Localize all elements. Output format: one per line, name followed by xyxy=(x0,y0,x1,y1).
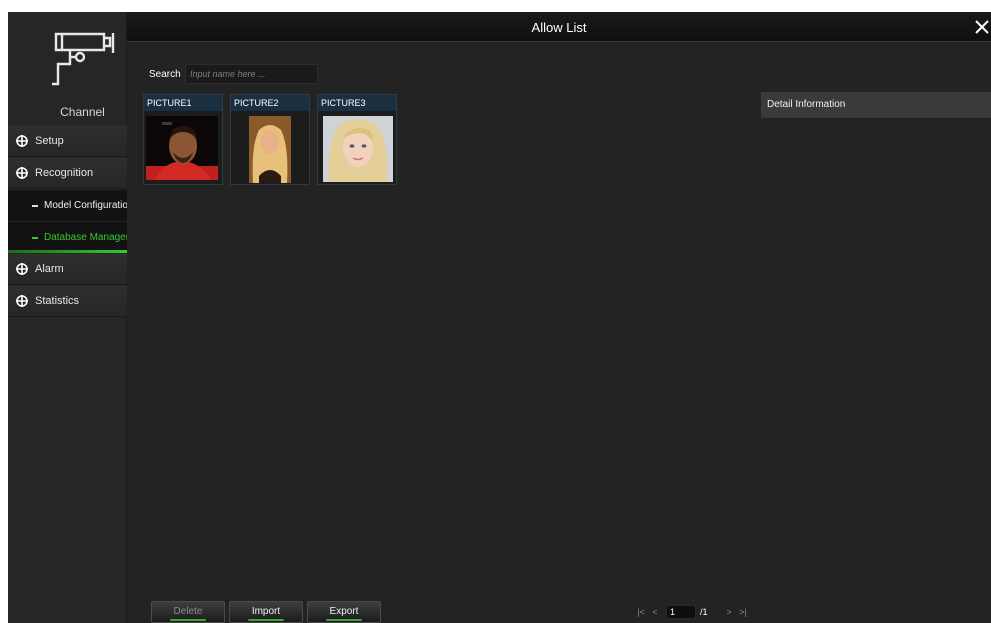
next-page-icon[interactable]: > xyxy=(722,607,736,617)
sidebar-item-label: Statistics xyxy=(35,295,80,307)
sidebar-item-alarm[interactable]: Alarm xyxy=(8,254,127,285)
sidebar-item-setup[interactable]: Setup xyxy=(8,126,127,157)
delete-button[interactable]: Delete xyxy=(151,601,225,623)
export-button[interactable]: Export xyxy=(307,601,381,623)
sidebar-subitem-label: Model Configuration xyxy=(44,200,127,211)
sidebar-item-label: Setup xyxy=(35,135,64,147)
dash-icon xyxy=(32,204,38,207)
first-page-icon[interactable]: |< xyxy=(634,607,648,617)
search-input[interactable] xyxy=(185,64,318,84)
dialog-title: Allow List xyxy=(531,20,587,35)
crosshair-icon xyxy=(8,263,35,275)
sidebar: Channel Setup Recognition Model Configur… xyxy=(8,12,127,623)
picture-card[interactable]: PICTURE3 xyxy=(317,94,397,185)
sidebar-item-label: Recognition xyxy=(35,167,94,179)
channel-label: Channel xyxy=(60,105,105,119)
dash-icon xyxy=(32,236,38,239)
app-window: Channel Setup Recognition Model Configur… xyxy=(8,12,991,623)
search-label: Search xyxy=(149,69,181,80)
face-thumbnail xyxy=(323,116,393,182)
last-page-icon[interactable]: >| xyxy=(736,607,750,617)
sidebar-subitem-model-configuration[interactable]: Model Configuration xyxy=(8,190,127,221)
close-icon[interactable] xyxy=(973,18,991,36)
pagination: |< < /1 > >| xyxy=(634,605,750,619)
crosshair-icon xyxy=(8,135,35,147)
picture-label: PICTURE1 xyxy=(144,95,222,111)
picture-card[interactable]: PICTURE1 xyxy=(143,94,223,185)
title-bar: Allow List xyxy=(127,12,991,42)
prev-page-icon[interactable]: < xyxy=(648,607,662,617)
sidebar-subitem-label: Database Management xyxy=(44,232,127,243)
picture-label: PICTURE3 xyxy=(318,95,396,111)
main-panel: Allow List Search PICTURE1 PICTURE2 xyxy=(127,12,991,623)
sidebar-item-statistics[interactable]: Statistics xyxy=(8,286,127,317)
camera-icon xyxy=(52,32,115,86)
crosshair-icon xyxy=(8,167,35,179)
sidebar-item-label: Alarm xyxy=(35,263,64,275)
page-total: /1 xyxy=(700,607,708,617)
face-thumbnail xyxy=(146,116,218,180)
crosshair-icon xyxy=(8,295,35,307)
face-thumbnail xyxy=(249,116,291,183)
import-button[interactable]: Import xyxy=(229,601,303,623)
sidebar-item-recognition[interactable]: Recognition xyxy=(8,158,127,189)
page-number-input[interactable] xyxy=(666,605,696,619)
sidebar-subitem-database-management[interactable]: Database Management xyxy=(8,222,127,253)
picture-label: PICTURE2 xyxy=(231,95,309,111)
detail-information-header: Detail Information xyxy=(761,92,991,118)
picture-card[interactable]: PICTURE2 xyxy=(230,94,310,185)
